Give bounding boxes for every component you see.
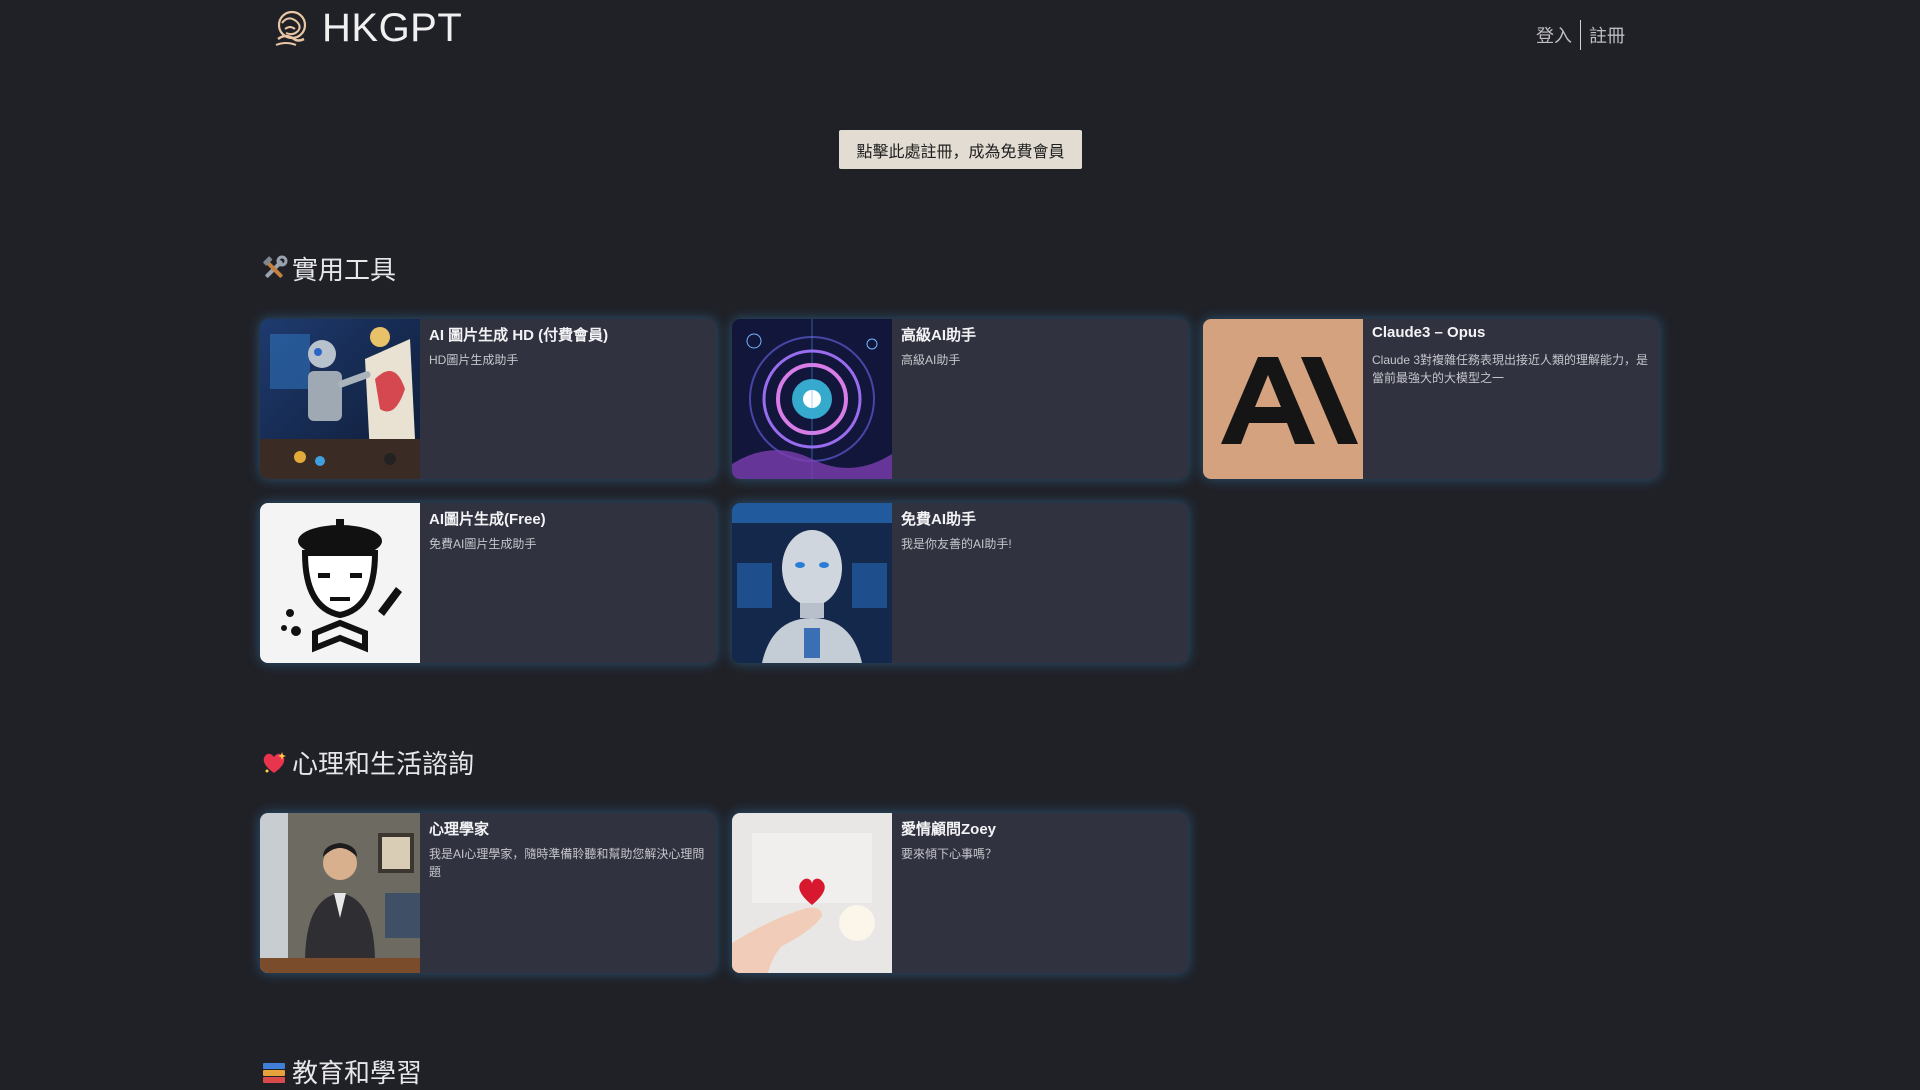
brand-name: HKGPT	[322, 6, 463, 50]
card-title: 高級AI助手	[901, 327, 977, 344]
heart-sparkle-icon	[263, 751, 286, 773]
card-ai-image-free[interactable]: AI圖片生成(Free) 免費AI圖片生成助手	[260, 503, 716, 663]
header: HKGPT 登入 註冊	[0, 0, 1920, 70]
section-title-text: 教育和學習	[292, 1058, 423, 1088]
cosmic-orb-image	[732, 319, 892, 479]
section-title-text: 心理和生活諮詢	[292, 749, 475, 779]
site-logo[interactable]: HKGPT	[270, 6, 462, 51]
card-claude3-opus[interactable]: Claude3 – Opus Claude 3對複雜任務表現出接近人類的理解能力…	[1203, 319, 1659, 479]
books-icon	[263, 1062, 285, 1083]
card-title: AI圖片生成(Free)	[429, 511, 546, 528]
card-description: 我是AI心理學家，隨時準備聆聽和幫助您解決心理問題	[429, 847, 705, 879]
card-advanced-ai[interactable]: 高級AI助手 高級AI助手	[732, 319, 1188, 479]
tools-icon	[263, 255, 288, 278]
card-description: 免費AI圖片生成助手	[429, 537, 537, 551]
card-love-advisor-zoey[interactable]: 愛情顧問Zoey 要來傾下心事嗎？	[732, 813, 1188, 973]
card-description: HD圖片生成助手	[429, 353, 519, 367]
card-title: 心理學家	[429, 821, 490, 838]
section-title-tools: 實用工具	[260, 250, 396, 287]
psychologist-photo	[260, 813, 420, 973]
section-title-education: 教育和學習	[260, 1053, 422, 1090]
card-title: AI 圖片生成 HD (付費會員)	[429, 327, 609, 344]
heart-hand-photo	[732, 813, 892, 973]
card-description: 要來傾下心事嗎？	[901, 847, 998, 861]
card-description: Claude 3對複雜任務表現出接近人類的理解能力，是當前最強大的大模型之一	[1372, 353, 1649, 385]
register-link[interactable]: 註冊	[1589, 22, 1625, 48]
card-free-ai[interactable]: 免費AI助手 我是你友善的AI助手!	[732, 503, 1188, 663]
card-psychologist[interactable]: 心理學家 我是AI心理學家，隨時準備聆聽和幫助您解決心理問題	[260, 813, 716, 973]
card-title: 免費AI助手	[901, 511, 977, 528]
robot-painter-image	[260, 319, 420, 479]
brain-logo-icon	[275, 10, 307, 46]
card-description: 高級AI助手	[901, 353, 961, 367]
auth-links: 登入 註冊	[1536, 20, 1625, 50]
card-ai-image-hd[interactable]: AI 圖片生成 HD (付費會員) HD圖片生成助手	[260, 319, 716, 479]
card-title: 愛情顧問Zoey	[901, 821, 997, 838]
auth-divider	[1580, 20, 1581, 50]
card-description: 我是你友善的AI助手!	[901, 537, 1012, 551]
register-cta-button[interactable]: 點擊此處註冊，成為免費會員	[839, 130, 1082, 169]
section-title-text: 實用工具	[292, 255, 397, 285]
artist-mask-icon	[260, 503, 420, 663]
anthropic-logo	[1203, 319, 1363, 479]
login-link[interactable]: 登入	[1536, 22, 1572, 48]
card-title: Claude3 – Opus	[1372, 324, 1486, 341]
silver-robot-image	[732, 503, 892, 663]
section-title-counseling: 心理和生活諮詢	[260, 744, 474, 781]
